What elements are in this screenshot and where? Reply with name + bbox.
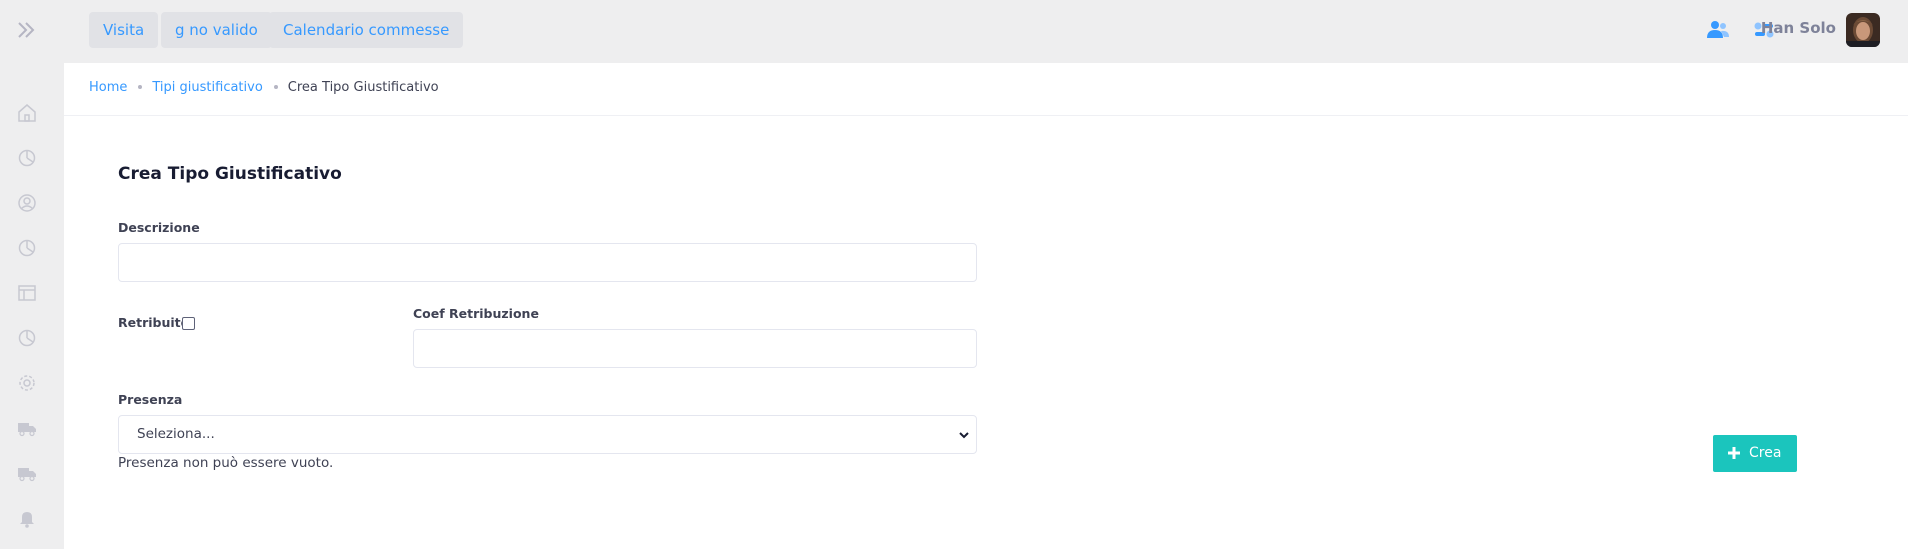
truck-icon[interactable]: [16, 417, 38, 439]
quick-link-visita[interactable]: Visita: [89, 12, 159, 48]
double-chevron-right-icon[interactable]: [16, 20, 38, 40]
chart-icon[interactable]: [16, 147, 38, 169]
user-circle-icon[interactable]: [16, 192, 38, 214]
breadcrumb-separator: [138, 84, 143, 89]
table-icon[interactable]: [16, 282, 38, 304]
presenza-select[interactable]: Seleziona...: [118, 415, 977, 454]
presenza-selected-value: Seleziona...: [137, 426, 215, 442]
breadcrumb-home[interactable]: Home: [89, 80, 127, 95]
quick-link-calendario-commesse[interactable]: Calendario commesse: [269, 12, 464, 48]
chart-icon[interactable]: [16, 327, 38, 349]
create-button-label: Crea: [1749, 445, 1782, 461]
top-header: Visita g no valido Calendario commesse H…: [64, 0, 1908, 63]
coef-retribuzione-input[interactable]: [413, 329, 977, 368]
chevron-down-icon: [959, 432, 969, 439]
descrizione-input[interactable]: [118, 243, 977, 282]
user-name[interactable]: Han Solo: [1761, 19, 1836, 37]
gear-icon[interactable]: [16, 372, 38, 394]
sidebar: [0, 0, 64, 549]
plus-icon: [1728, 447, 1740, 459]
presenza-label: Presenza: [118, 392, 183, 407]
main-content: Home Tipi giustificativo Crea Tipo Giustif…: [64, 63, 1908, 549]
truck-icon[interactable]: [16, 462, 38, 484]
chart-icon[interactable]: [16, 237, 38, 259]
home-icon[interactable]: [16, 102, 38, 124]
breadcrumb-tipi-giustificativo[interactable]: Tipi giustificativo: [152, 80, 262, 95]
descrizione-label: Descrizione: [118, 220, 200, 235]
quick-link-g-no-valido[interactable]: g no valido: [161, 12, 272, 48]
page-title: Crea Tipo Giustificativo: [118, 164, 342, 184]
retribuito-checkbox[interactable]: [182, 317, 195, 330]
users-icon[interactable]: [1704, 16, 1732, 44]
presenza-error-message: Presenza non può essere vuoto.: [118, 455, 334, 471]
coef-retribuzione-label: Coef Retribuzione: [413, 306, 539, 321]
breadcrumb-current: Crea Tipo Giustificativo: [287, 80, 439, 95]
breadcrumb-separator: [273, 84, 278, 89]
subheader: Home Tipi giustificativo Crea Tipo Giustif…: [64, 63, 1908, 116]
retribuito-label: Retribuito: [118, 315, 190, 330]
avatar[interactable]: [1846, 13, 1880, 47]
create-button[interactable]: Crea: [1713, 435, 1797, 472]
breadcrumb: Home Tipi giustificativo Crea Tipo Giustif…: [89, 80, 439, 95]
bell-icon[interactable]: [16, 507, 38, 529]
